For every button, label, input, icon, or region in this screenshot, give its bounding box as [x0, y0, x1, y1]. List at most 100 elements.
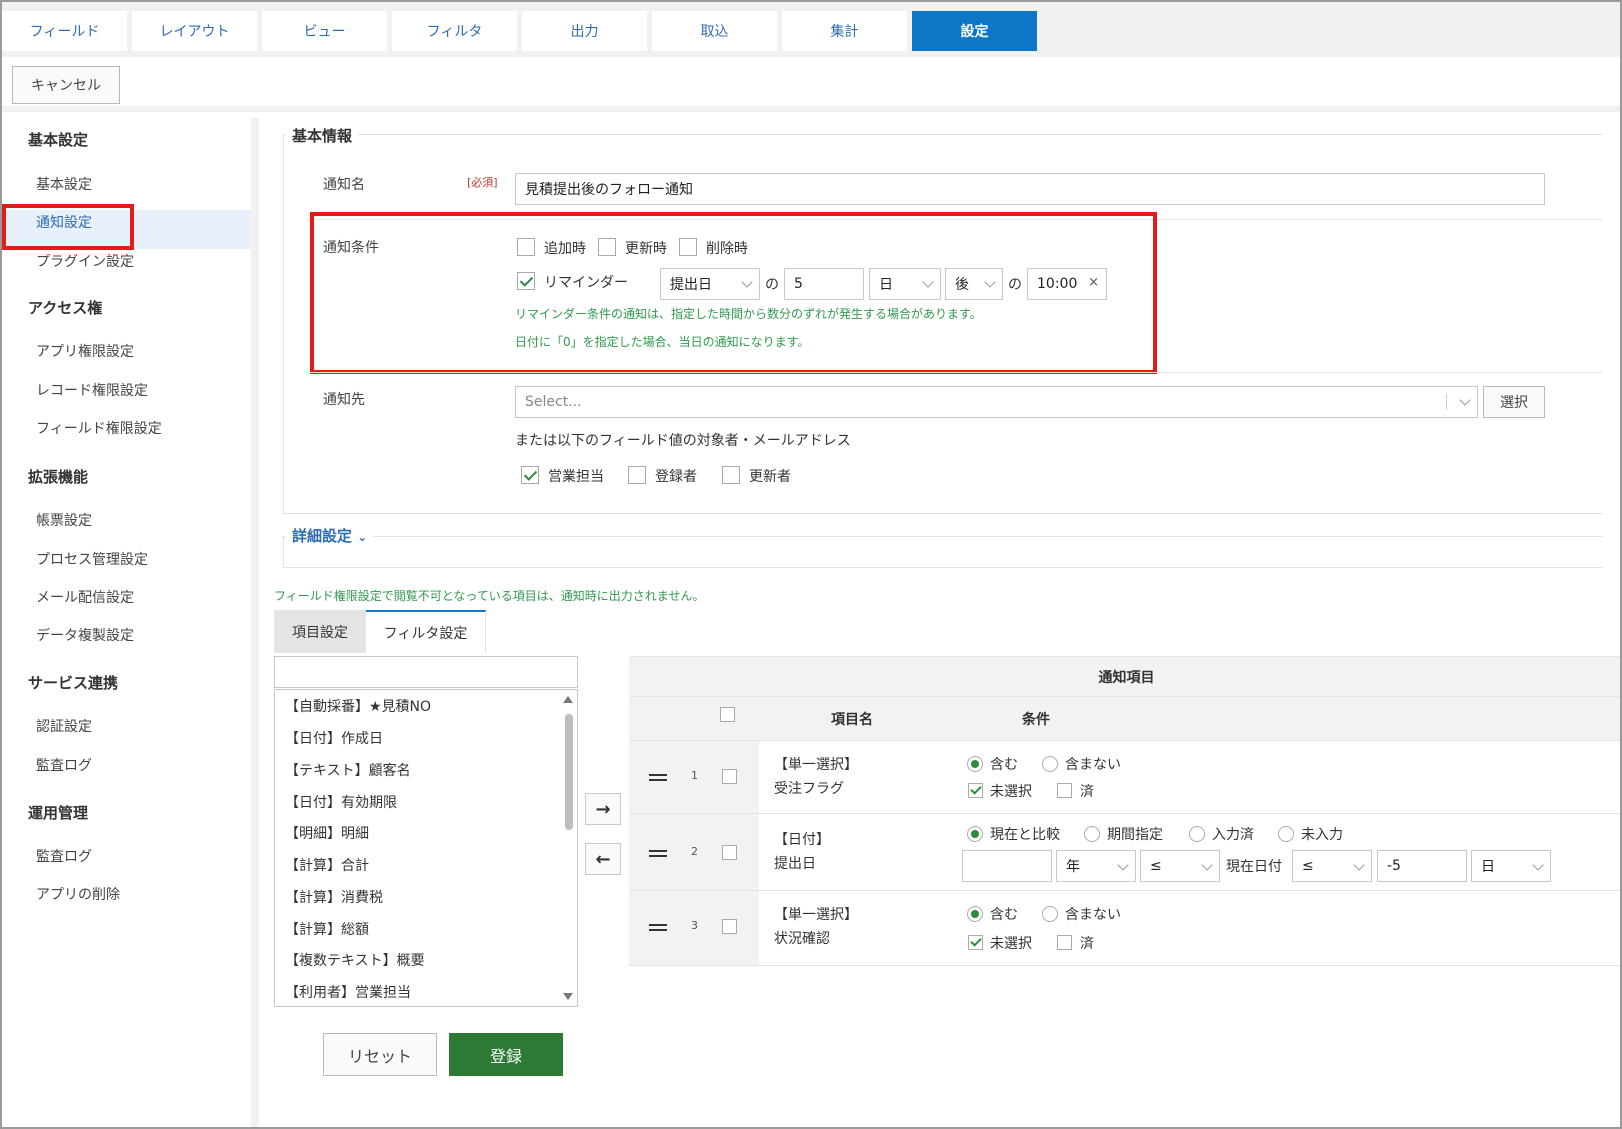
select-destination-button[interactable]: 選択 [1483, 386, 1545, 418]
not-entered-label: 未入力 [1301, 827, 1343, 843]
add-field-button[interactable]: → [585, 793, 621, 825]
destination-select[interactable]: Select... [515, 386, 1478, 418]
table-row: 1 【単一選択】 受注フラグ 含む 含まない 未選択 済 [629, 741, 1620, 814]
remove-field-button[interactable]: ← [585, 843, 621, 875]
year-value: 年 [1066, 859, 1080, 875]
sidebar-item-audit-log-2[interactable]: 監査ログ [36, 846, 92, 866]
sidebar-item-copy[interactable]: データ複製設定 [36, 625, 134, 645]
sidebar-item-mail[interactable]: メール配信設定 [36, 587, 134, 607]
tab-aggregate[interactable]: 集計 [782, 11, 907, 51]
done-checkbox[interactable] [1057, 783, 1072, 798]
row-field-name: 【単一選択】 受注フラグ [774, 757, 858, 797]
sidebar-item-app-permission[interactable]: アプリ権限設定 [36, 341, 134, 361]
row-checkbox[interactable] [722, 769, 737, 784]
sidebar-item-plugin[interactable]: プラグイン設定 [36, 251, 134, 271]
required-badge: [必須] [467, 176, 498, 189]
include-radio[interactable] [967, 906, 983, 922]
period-radio[interactable] [1084, 826, 1100, 842]
sidebar-item-form[interactable]: 帳票設定 [36, 510, 92, 530]
drag-handle-icon[interactable] [649, 774, 667, 776]
sidebar-item-process[interactable]: プロセス管理設定 [36, 549, 148, 569]
tab-output[interactable]: 出力 [522, 11, 647, 51]
list-item[interactable]: 【明細】明細 [285, 823, 369, 843]
tab-import[interactable]: 取込 [652, 11, 777, 51]
compare-now-radio[interactable] [967, 826, 983, 842]
list-item[interactable]: 【計算】総額 [285, 919, 369, 939]
permission-notice: フィールド権限設定で閲覧不可となっている項目は、通知時に出力されません。 [274, 589, 705, 603]
tab-view[interactable]: ビュー [262, 11, 387, 51]
drag-handle-icon[interactable] [649, 779, 667, 781]
row-checkbox[interactable] [722, 919, 737, 934]
main-content: 基本情報 通知名 [必須] 見積提出後のフォロー通知 通知条件 追加時 更新時 … [259, 118, 1620, 1127]
drag-handle-icon[interactable] [649, 855, 667, 857]
exclude-label: 含まない [1065, 757, 1121, 773]
done-checkbox[interactable] [1057, 935, 1072, 950]
dest-sales-checkbox[interactable] [521, 466, 539, 484]
list-item[interactable]: 【自動採番】★見積NO [285, 696, 431, 716]
offset-unit-select[interactable]: 日 [1471, 850, 1551, 882]
select-all-checkbox[interactable] [720, 707, 735, 722]
detail-settings-toggle[interactable]: 詳細設定 ⌄ [286, 525, 374, 546]
list-item[interactable]: 【テキスト】顧客名 [285, 760, 411, 780]
scroll-down-icon[interactable] [563, 993, 573, 1000]
entered-radio[interactable] [1189, 826, 1205, 842]
not-entered-radio[interactable] [1278, 826, 1294, 842]
exclude-radio[interactable] [1042, 756, 1058, 772]
exclude-radio[interactable] [1042, 906, 1058, 922]
list-item[interactable]: 【計算】消費税 [285, 887, 383, 907]
operator-value-2: ≤ [1302, 858, 1314, 874]
highlight-box-condition [310, 212, 1157, 374]
app-frame: フィールド レイアウト ビュー フィルタ 出力 取込 集計 設定 キャンセル 基… [0, 0, 1622, 1129]
operator-select-2[interactable]: ≤ [1292, 850, 1372, 882]
offset-input[interactable]: -5 [1377, 850, 1467, 882]
dest-creator-checkbox[interactable] [628, 466, 646, 484]
sidebar-item-audit-log[interactable]: 監査ログ [36, 755, 92, 775]
dest-creator-label: 登録者 [655, 469, 697, 485]
sidebar-item-delete-app[interactable]: アプリの削除 [36, 884, 120, 904]
cancel-button[interactable]: キャンセル [12, 66, 120, 104]
entered-label: 入力済 [1212, 827, 1254, 843]
operator-select-1[interactable]: ≤ [1140, 850, 1220, 882]
current-date-label: 現在日付 [1226, 859, 1282, 875]
subtab-items[interactable]: 項目設定 [274, 610, 366, 653]
tab-layout[interactable]: レイアウト [132, 11, 257, 51]
drag-handle-icon[interactable] [649, 850, 667, 852]
list-item[interactable]: 【計算】合計 [285, 855, 369, 875]
scrollbar-thumb[interactable] [565, 714, 573, 830]
notification-name-input[interactable]: 見積提出後のフォロー通知 [515, 173, 1545, 205]
sidebar-item-record-permission[interactable]: レコード権限設定 [36, 380, 148, 400]
list-item[interactable]: 【利用者】営業担当 [285, 982, 411, 1002]
drag-handle-icon[interactable] [649, 924, 667, 926]
unselected-checkbox[interactable] [968, 783, 983, 798]
sidebar-item-field-permission[interactable]: フィールド権限設定 [36, 418, 162, 438]
list-item[interactable]: 【日付】有効期限 [285, 792, 397, 812]
dest-updater-checkbox[interactable] [722, 466, 740, 484]
unselected-checkbox[interactable] [968, 935, 983, 950]
row-checkbox[interactable] [722, 845, 737, 860]
period-label: 期間指定 [1107, 827, 1163, 843]
include-label: 含む [990, 907, 1018, 923]
basic-info-legend: 基本情報 [286, 125, 359, 146]
list-item[interactable]: 【日付】作成日 [285, 728, 383, 748]
chevron-down-icon [1459, 394, 1471, 406]
chevron-down-icon [1353, 859, 1365, 871]
year-select[interactable]: 年 [1056, 850, 1136, 882]
chevron-down-icon [1117, 859, 1129, 871]
subtab-filter[interactable]: フィルタ設定 [366, 610, 486, 653]
reset-button[interactable]: リセット [323, 1033, 437, 1076]
scroll-up-icon[interactable] [563, 696, 573, 703]
list-item[interactable]: 【複数テキスト】概要 [285, 950, 425, 970]
drag-handle-icon[interactable] [649, 929, 667, 931]
include-radio[interactable] [967, 756, 983, 772]
tab-settings[interactable]: 設定 [912, 11, 1037, 51]
field-search-input[interactable] [274, 656, 578, 688]
table-header: 項目名 条件 [629, 697, 1620, 741]
row-number: 1 [691, 769, 698, 782]
sidebar-item-auth[interactable]: 認証設定 [36, 716, 92, 736]
tab-filter[interactable]: フィルタ [392, 11, 517, 51]
sidebar-item-basic[interactable]: 基本設定 [36, 174, 92, 194]
tab-field[interactable]: フィールド [2, 11, 127, 51]
date-value-input[interactable] [962, 850, 1052, 882]
submit-button[interactable]: 登録 [449, 1033, 563, 1076]
chevron-down-icon: ⌄ [357, 530, 368, 544]
